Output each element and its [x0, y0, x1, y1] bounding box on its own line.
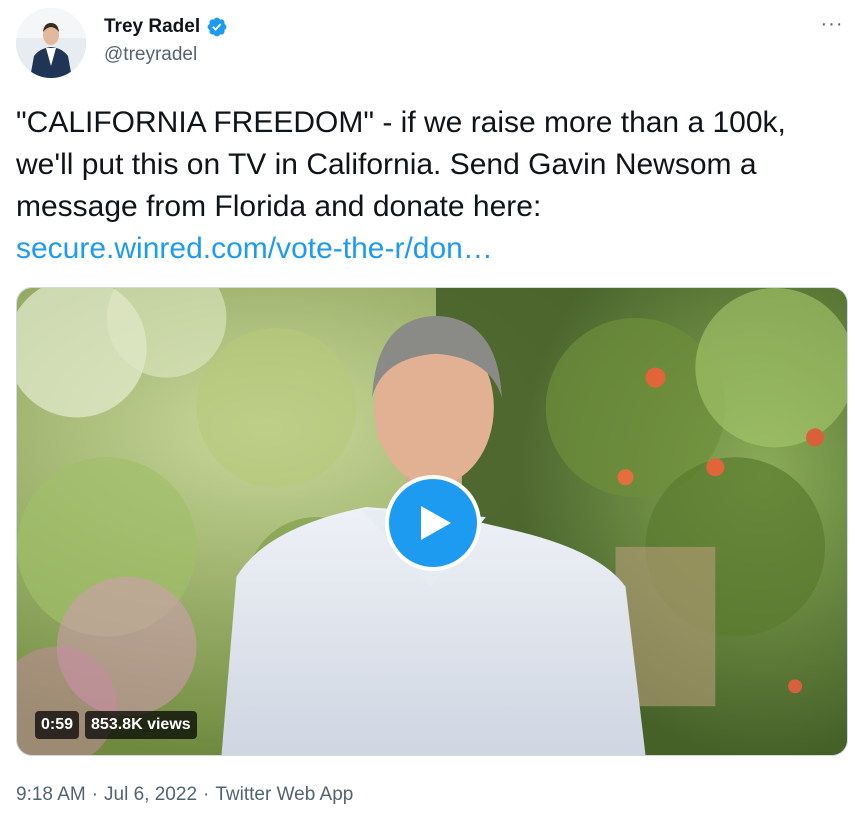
meta-separator: · — [91, 784, 99, 805]
author-name-row[interactable]: Trey Radel — [104, 14, 228, 40]
tweet-time[interactable]: 9:18 AM — [16, 784, 86, 806]
tweet-link[interactable]: secure.winred.com/vote-the-r/don… — [16, 232, 493, 265]
play-button[interactable] — [385, 475, 481, 571]
more-horizontal-icon: ··· — [820, 12, 844, 35]
video-overlay-badges: 0:59 853.8K views — [35, 711, 197, 739]
avatar[interactable] — [16, 8, 86, 78]
verified-badge-icon — [207, 17, 227, 37]
tweet-body: "CALIFORNIA FREEDOM" - if we raise more … — [16, 106, 786, 223]
video-player[interactable]: 0:59 853.8K views — [16, 287, 848, 756]
tweet: Trey Radel @treyradel ··· "CALIFORNIA FR… — [0, 0, 862, 834]
play-icon — [421, 506, 451, 540]
video-view-count: 853.8K views — [85, 711, 197, 739]
tweet-date[interactable]: Jul 6, 2022 — [104, 784, 197, 806]
author-handle[interactable]: @treyradel — [104, 44, 197, 66]
more-options-button[interactable]: ··· — [818, 10, 846, 38]
meta-separator: · — [203, 784, 210, 805]
tweet-text: "CALIFORNIA FREEDOM" - if we raise more … — [16, 102, 846, 270]
author-display-name[interactable]: Trey Radel — [104, 16, 200, 38]
avatar-image — [16, 8, 86, 78]
video-duration: 0:59 — [35, 711, 80, 739]
tweet-metadata: 9:18 AM · Jul 6, 2022 · Twitter Web App — [16, 784, 353, 806]
tweet-source[interactable]: Twitter Web App — [215, 784, 353, 806]
